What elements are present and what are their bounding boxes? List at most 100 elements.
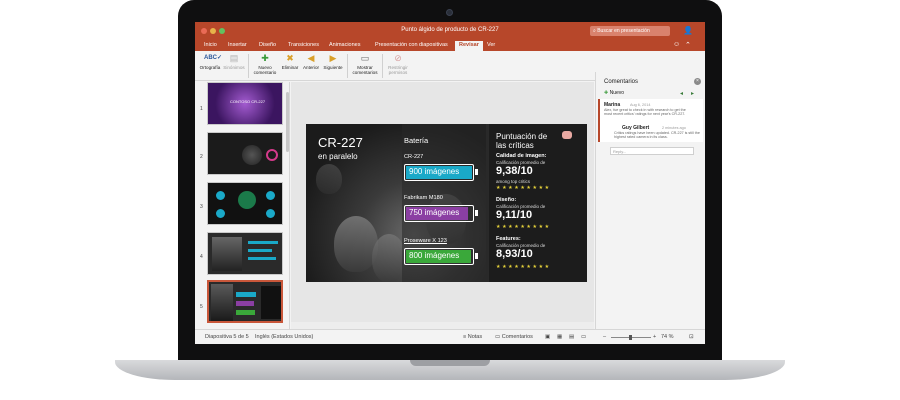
- comment-date: Aug 6, 2014: [630, 103, 651, 107]
- current-slide[interactable]: CR-227 en paralelo Batería CR-227 900 im…: [306, 124, 587, 282]
- thumbnail-image: [248, 241, 278, 244]
- zoom-in-icon[interactable]: +: [653, 334, 656, 340]
- comments-toggle[interactable]: ▭ Comentarios: [495, 334, 533, 340]
- title-bar: Punto álgido de producto de CR-227 ⌕ Bus…: [195, 22, 705, 40]
- window-title: Punto álgido de producto de CR-227: [401, 27, 499, 33]
- next-comment-icon[interactable]: ▸: [691, 90, 694, 97]
- smiley-feedback-icon[interactable]: ☺: [673, 41, 680, 48]
- close-pane-icon[interactable]: ×: [694, 78, 701, 85]
- show-comments-button[interactable]: ▭ Mostrar comentarios: [350, 53, 380, 75]
- comments-status-label: Comentarios: [501, 334, 533, 340]
- battery-fill: 800 imágenes: [406, 250, 471, 263]
- reading-view-icon[interactable]: ▤: [569, 334, 574, 340]
- zoom-slider-handle[interactable]: [629, 335, 632, 340]
- collapse-ribbon-icon[interactable]: ⌃: [685, 41, 691, 49]
- thumbnail-number: 2: [200, 154, 203, 160]
- thumbnail-slide-3[interactable]: [207, 182, 283, 225]
- thumbnails-scrollbar[interactable]: [286, 92, 289, 152]
- search-input[interactable]: ⌕ Buscar en presentación: [590, 26, 670, 36]
- battery-value: 800 imágenes: [409, 251, 460, 260]
- notes-toggle[interactable]: ≡ Notas: [463, 334, 482, 340]
- minimize-window-icon[interactable]: [210, 28, 216, 34]
- next-comment-icon: ▶: [329, 53, 337, 63]
- product-name: Fabrikam M180: [404, 195, 443, 201]
- review-score: 9,38/10: [496, 165, 533, 177]
- thumbnail-number: 5: [200, 304, 203, 310]
- tab-animaciones[interactable]: Animaciones: [329, 42, 361, 48]
- close-window-icon[interactable]: [201, 28, 207, 34]
- battery-nub: [475, 169, 478, 175]
- battery-bar: 800 imágenes: [404, 248, 478, 265]
- comment-thread[interactable]: Marina Aug 6, 2014 Alex, fue great to ch…: [598, 99, 703, 142]
- tulip-shape: [316, 164, 342, 194]
- thumbnail-image: [212, 237, 242, 271]
- notes-label: Notas: [467, 334, 483, 340]
- tab-inicio[interactable]: Inicio: [204, 42, 217, 48]
- share-person-icon[interactable]: 👤: [683, 26, 693, 36]
- slide-counter: Diapositiva 5 de 5: [205, 334, 249, 340]
- slide-sorter-icon[interactable]: ▦: [557, 334, 562, 340]
- battery-value: 900 imágenes: [409, 167, 460, 176]
- fit-to-window-icon[interactable]: ⊡: [689, 334, 694, 340]
- battery-bar: 900 imágenes: [404, 164, 478, 181]
- comments-pane-title: Comentarios: [604, 79, 639, 85]
- slide-editing-area: CR-227 en paralelo Batería CR-227 900 im…: [291, 82, 594, 329]
- thumbnail-image: [266, 209, 275, 218]
- thumbnail-image: [266, 149, 278, 161]
- comments-pane: Comentarios × ✚ Nuevo ◂ ▸ Marina Aug 6, …: [595, 72, 705, 329]
- delete-comment-label: Eliminar: [281, 65, 299, 70]
- app-window: Punto álgido de producto de CR-227 ⌕ Bus…: [195, 22, 705, 344]
- reviews-title-line-1: Puntuación de: [496, 132, 548, 141]
- thumbnail-image: [211, 284, 233, 321]
- status-bar: Diapositiva 5 de 5 Inglés (Estados Unido…: [195, 329, 705, 344]
- restrict-permission-button[interactable]: ⊘ Restringir permisos: [385, 53, 411, 75]
- thumbnail-slide-5[interactable]: [207, 280, 283, 323]
- thumbnail-image: [248, 257, 276, 260]
- tab-ver[interactable]: Ver: [487, 42, 495, 48]
- thumbnail-image: [248, 249, 272, 252]
- tulip-shape: [372, 234, 406, 282]
- new-comment-button[interactable]: ✚ Nuevo comentario: [252, 53, 278, 75]
- reply-placeholder: Reply...: [613, 149, 627, 154]
- previous-comment-button[interactable]: ◀ Anterior: [301, 53, 321, 70]
- next-comment-button[interactable]: ▶ Siguiente: [322, 53, 344, 70]
- thumbnail-slide-4[interactable]: [207, 232, 283, 275]
- product-image: Punto álgido de producto de CR-227 ⌕ Bus…: [0, 0, 900, 400]
- thumbnail-image: [236, 310, 255, 315]
- tab-diseno[interactable]: Diseño: [259, 42, 276, 48]
- thesaurus-button[interactable]: ▤ Sinónimos: [223, 53, 245, 70]
- review-heading: Features:: [496, 236, 521, 242]
- tab-transiciones[interactable]: Transiciones: [288, 42, 319, 48]
- show-comments-label-2: comentarios: [352, 70, 378, 75]
- camera-icon: [446, 9, 453, 16]
- normal-view-icon[interactable]: ▣: [545, 334, 550, 340]
- horizontal-scrollbar[interactable]: [291, 322, 594, 329]
- thumbnail-image: [242, 145, 262, 165]
- thumbnail-image: [238, 191, 256, 209]
- spelling-icon: ABC✓: [204, 55, 223, 61]
- zoom-out-icon[interactable]: –: [603, 334, 606, 340]
- thumbnail-slide-2[interactable]: [207, 132, 283, 175]
- new-comment-link[interactable]: ✚ Nuevo: [604, 90, 624, 96]
- ribbon-tabs: Inicio Insertar Diseño Transiciones Anim…: [195, 40, 705, 51]
- thumbnail-slide-1[interactable]: CONTOSO CR-227: [207, 82, 283, 125]
- battery-value: 750 imágenes: [409, 208, 460, 217]
- zoom-level[interactable]: 74 %: [661, 334, 674, 340]
- review-heading: Calidad de imagen:: [496, 153, 547, 159]
- language-indicator[interactable]: Inglés (Estados Unidos): [255, 334, 313, 340]
- tab-insertar[interactable]: Insertar: [228, 42, 247, 48]
- restrict-permission-icon: ⊘: [394, 53, 402, 63]
- reply-input[interactable]: Reply...: [610, 147, 694, 155]
- brain-icon: [562, 131, 572, 139]
- tab-presentacion[interactable]: Presentación con diapositivas: [375, 42, 448, 48]
- new-comment-icon: ✚: [261, 53, 269, 63]
- previous-comment-icon[interactable]: ◂: [680, 90, 683, 97]
- comment-icon: ▭: [495, 334, 502, 340]
- delete-comment-button[interactable]: ✖ Eliminar: [280, 53, 300, 70]
- maximize-window-icon[interactable]: [219, 28, 225, 34]
- tab-revisar[interactable]: Revisar: [455, 41, 483, 51]
- spelling-button[interactable]: ABC✓ Ortografía: [199, 53, 223, 70]
- slideshow-icon[interactable]: ▭: [581, 334, 586, 340]
- reviews-title-line-2: las críticas: [496, 141, 534, 150]
- thumbnail-image: [216, 209, 225, 218]
